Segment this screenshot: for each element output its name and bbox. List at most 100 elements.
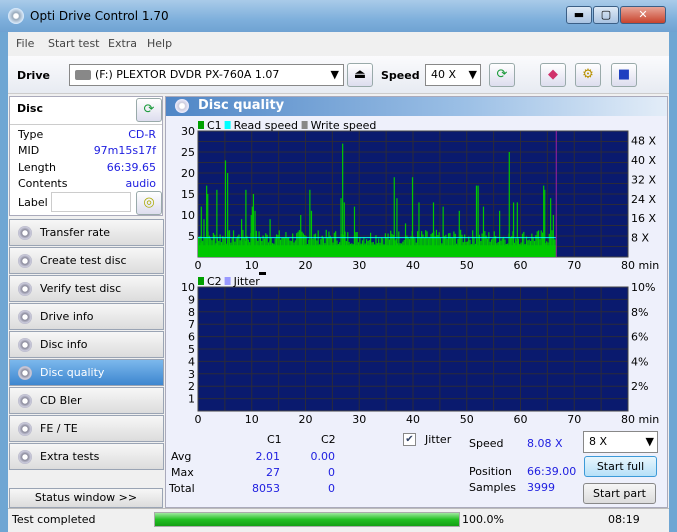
y-tick-label: 9 (188, 293, 195, 306)
c1-bar (207, 194, 209, 257)
c1-bar (544, 189, 546, 257)
total-c1: 8053 (252, 482, 280, 495)
max-label: Max (171, 466, 194, 479)
start-part-button[interactable]: Start part (583, 483, 656, 504)
y-tick-label: 8 (188, 306, 195, 319)
x-tick-label: 0 (195, 413, 202, 426)
c1-bar (386, 237, 388, 257)
c1-bar (447, 233, 450, 257)
y-tick-label: 20 (181, 167, 195, 180)
c1-bar (508, 152, 510, 257)
x-tick-label: 10 (245, 413, 259, 426)
c1-bar (490, 239, 493, 257)
c2-col-header: C2 (321, 433, 336, 446)
c1-bar (446, 238, 448, 257)
c1-bar (224, 160, 227, 257)
c1-bar (370, 232, 372, 257)
total-c2: 0 (328, 482, 335, 495)
c1-bar (485, 235, 487, 257)
c1-bar (254, 210, 256, 257)
c1-bar (361, 240, 364, 257)
c1-bar (554, 239, 556, 257)
test-speed-select[interactable]: 8 X ▼ (583, 431, 658, 453)
c1-bar (297, 231, 299, 257)
c1-bar (325, 229, 327, 257)
c1-bar (211, 240, 213, 257)
y-tick-label: 3 (188, 368, 195, 381)
c1-bar (451, 237, 454, 257)
c1-bar (539, 238, 541, 257)
c1-bar (247, 239, 249, 257)
c1-bar (419, 237, 421, 257)
c1-bar (355, 232, 357, 257)
y-tick-label: 30 (181, 125, 195, 138)
c1-bar (332, 242, 334, 257)
c1-bar (511, 236, 513, 257)
c1-bar (243, 237, 245, 257)
c1-bar (293, 242, 295, 257)
c1-bar (552, 215, 554, 257)
c1-bar (523, 231, 525, 257)
c1-bar (551, 230, 553, 257)
c1-bar (308, 239, 310, 257)
c1-bar (266, 234, 268, 257)
c1-bar (367, 241, 369, 257)
c1-bar (271, 243, 274, 257)
y-tick-label: 15 (181, 188, 195, 201)
c1-bar (252, 194, 255, 257)
legend-swatch (198, 277, 204, 285)
c1-bar (393, 177, 395, 257)
c1-bar (232, 230, 235, 257)
c1-bar (442, 206, 444, 257)
c1-bar (246, 236, 248, 257)
c1-bar (404, 223, 407, 257)
c1-bar (305, 236, 307, 257)
speed-stat-label: Speed (469, 437, 504, 450)
x-tick-label: 60 (514, 413, 528, 426)
start-full-button[interactable]: Start full (584, 456, 657, 477)
c1-bar (337, 244, 339, 257)
c1-bar (432, 202, 435, 257)
c1-bar (317, 230, 319, 257)
c1-bar (339, 242, 341, 257)
c1-bar (503, 236, 505, 257)
c1-bar (457, 238, 459, 257)
c1-bar (400, 243, 403, 257)
jitter-checkbox[interactable]: ✔ (403, 433, 416, 446)
c1-bar (245, 189, 247, 257)
c1-bar (364, 243, 366, 257)
c1-bar (301, 231, 303, 257)
c1-bar (273, 243, 275, 257)
progress-bar (154, 512, 460, 527)
x-tick-label: 0 (195, 259, 202, 272)
avg-label: Avg (171, 450, 192, 463)
avg-c2: 0.00 (310, 450, 336, 463)
legend-swatch (224, 121, 231, 129)
c1-bar (408, 238, 411, 257)
c1-bar (290, 240, 292, 257)
c1-bar (413, 236, 415, 257)
c1-bar (519, 243, 521, 257)
c1-bar (222, 236, 224, 257)
c1-bar (372, 241, 374, 257)
splitter-handle[interactable] (259, 272, 266, 275)
c1-bar (227, 173, 229, 257)
c1-bar (473, 236, 475, 257)
c1-bar (274, 238, 276, 257)
samples-label: Samples (469, 481, 516, 494)
c1-bar (524, 243, 526, 257)
c1-bar (516, 202, 518, 257)
c1-bar (288, 237, 290, 257)
c1-bar (379, 242, 381, 257)
c1-bar (322, 237, 325, 257)
c1-bar (208, 235, 210, 257)
c1-bar (349, 243, 352, 257)
c1-bar (427, 238, 429, 257)
y2-tick-label: 8 X (631, 232, 649, 245)
c1-bar (333, 232, 335, 257)
chevron-down-icon: ▼ (645, 435, 654, 448)
c1-bar (390, 230, 392, 257)
legend-label: Write speed (311, 119, 377, 132)
c1-bar (528, 239, 530, 257)
y-tick-label: 2 (188, 380, 195, 393)
